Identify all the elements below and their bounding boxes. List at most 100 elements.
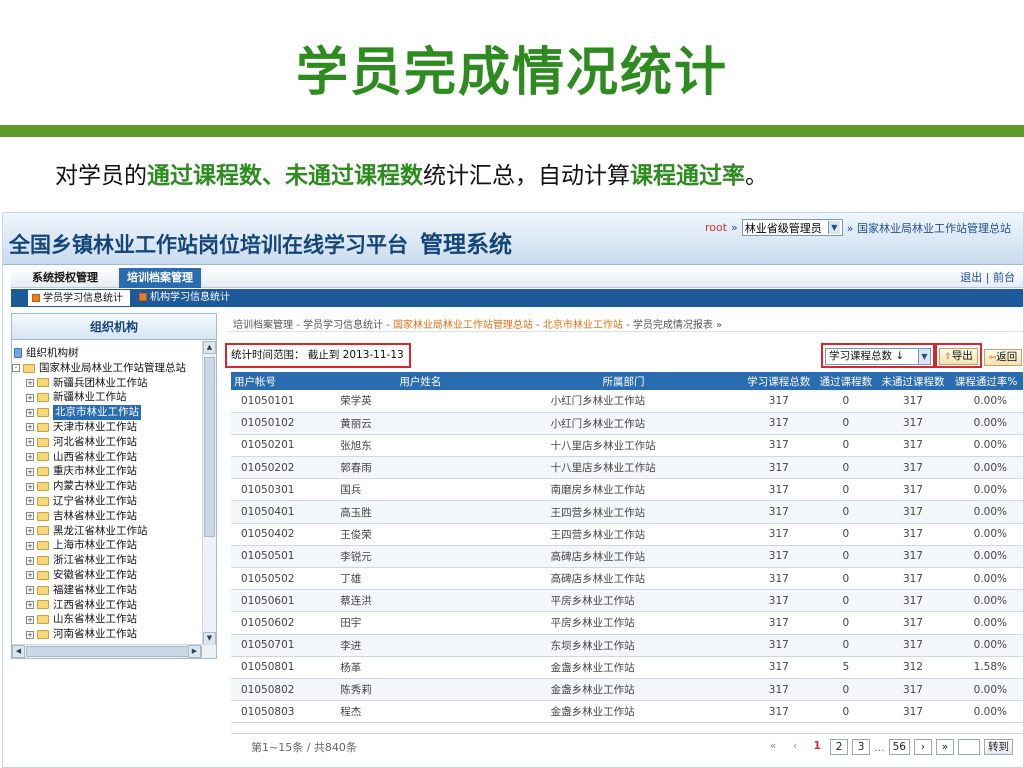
column-header[interactable]: 学习课程总数 — [742, 372, 816, 390]
expand-icon[interactable]: + — [26, 438, 34, 447]
subtab-org-stats[interactable]: 机构学习信息统计 — [135, 289, 255, 307]
expand-icon[interactable]: + — [26, 541, 34, 550]
expand-icon[interactable]: + — [26, 630, 34, 639]
table-row[interactable]: 01050402 王俊荣 王四营乡林业工作站 317 0 317 0.00% — [231, 523, 1023, 546]
expand-icon[interactable]: + — [26, 600, 34, 609]
horizontal-scrollbar[interactable]: ◀ ▶ — [12, 644, 216, 658]
tree-node[interactable]: + 吉林省林业工作站 — [12, 509, 202, 524]
tree-node-hq[interactable]: - 国家林业局林业工作站管理总站 — [12, 361, 202, 376]
back-button[interactable]: ⇦返回 — [984, 349, 1022, 366]
tree-node[interactable]: + 山东省林业工作站 — [12, 612, 202, 627]
go-button[interactable]: 转到 — [984, 739, 1013, 755]
expand-icon[interactable]: + — [26, 615, 34, 624]
sort-select[interactable]: 学习课程总数 ↓ ▼ — [825, 348, 931, 365]
front-link[interactable]: 前台 — [993, 271, 1015, 284]
tree-node[interactable]: + 浙江省林业工作站 — [12, 553, 202, 568]
role-select[interactable]: 林业省级管理员 ▼ — [741, 219, 843, 236]
prev-page-button[interactable]: ‹ — [786, 739, 804, 755]
tree-root[interactable]: 组织机构树 — [12, 346, 202, 361]
column-header[interactable]: 用户姓名 — [336, 372, 505, 390]
tree-node[interactable]: + 江西省林业工作站 — [12, 598, 202, 613]
table-row[interactable]: 01050601 蔡连洪 平房乡林业工作站 317 0 317 0.00% — [231, 589, 1023, 613]
page-button[interactable]: 3 — [852, 739, 871, 755]
folder-icon — [37, 378, 49, 388]
last-page-button[interactable]: » — [936, 739, 954, 755]
next-page-button[interactable]: › — [914, 739, 932, 755]
table-row[interactable]: 01050701 李进 东坝乡林业工作站 317 0 317 0.00% — [231, 634, 1023, 657]
export-button[interactable]: ⇪导出 — [939, 348, 978, 365]
tree-node[interactable]: + 北京市林业工作站 — [12, 405, 202, 420]
export-label: 导出 — [951, 350, 973, 362]
table-row[interactable]: 01050501 李锐元 高碑店乡林业工作站 317 0 317 0.00% — [231, 545, 1023, 569]
table-row[interactable]: 01050803 程杰 金盏乡林业工作站 317 0 317 0.00% — [231, 700, 1023, 724]
tree-node[interactable]: + 重庆市林业工作站 — [12, 464, 202, 479]
tree-node[interactable]: + 黑龙江省林业工作站 — [12, 524, 202, 539]
table-row[interactable]: 01050301 国兵 南磨房乡林业工作站 317 0 317 0.00% — [231, 478, 1023, 502]
table-cell: 01050102 — [231, 412, 337, 435]
tree-node[interactable]: + 河北省林业工作站 — [12, 435, 202, 450]
table-row[interactable]: 01050801 杨革 金盏乡林业工作站 317 5 312 1.58% — [231, 656, 1023, 679]
collapse-icon[interactable]: - — [12, 364, 20, 373]
table-row[interactable]: 01050602 田宇 平房乡林业工作站 317 0 317 0.00% — [231, 611, 1023, 635]
tree-node[interactable]: + 上海市林业工作站 — [12, 538, 202, 553]
table-row[interactable]: 01050802 陈秀莉 金盏乡林业工作站 317 0 317 0.00% — [231, 678, 1023, 702]
tree-node[interactable]: + 内蒙古林业工作站 — [12, 479, 202, 494]
page-input[interactable] — [958, 739, 980, 755]
first-page-button[interactable]: « — [764, 739, 782, 755]
expand-icon[interactable]: + — [26, 556, 34, 565]
tree-node[interactable]: + 辽宁省林业工作站 — [12, 494, 202, 509]
column-header[interactable]: 未通过课程数 — [876, 372, 950, 390]
folder-icon — [37, 422, 49, 432]
column-header[interactable]: 通过课程数 — [815, 372, 877, 390]
tree-node[interactable]: + 新疆兵团林业工作站 — [12, 376, 202, 391]
breadcrumb-link[interactable]: 北京市林业工作站 — [543, 320, 623, 331]
table-row[interactable]: 01050202 郭春雨 十八里店乡林业工作站 317 0 317 0.00% — [231, 456, 1023, 480]
tree-node[interactable]: + 河南省林业工作站 — [12, 627, 202, 642]
table-row[interactable]: 01050401 高玉胜 王四营乡林业工作站 317 0 317 0.00% — [231, 500, 1023, 524]
column-header[interactable]: 用户帐号 — [231, 372, 337, 390]
column-header[interactable]: 所属部门 — [504, 372, 743, 390]
page-button[interactable]: 2 — [830, 739, 849, 755]
table-cell: 0.00% — [949, 478, 1023, 502]
expand-icon[interactable]: + — [26, 467, 34, 476]
table-row[interactable]: 01050201 张旭东 十八里店乡林业工作站 317 0 317 0.00% — [231, 434, 1023, 458]
org-link[interactable]: » 国家林业局林业工作站管理总站 — [847, 220, 1011, 236]
expand-icon[interactable]: + — [26, 393, 34, 402]
expand-icon[interactable]: + — [26, 571, 34, 580]
expand-icon[interactable]: + — [26, 497, 34, 506]
tree-node[interactable]: + 山西省林业工作站 — [12, 450, 202, 465]
table-row[interactable]: 01050102 黄丽云 小红门乡林业工作站 317 0 317 0.00% — [231, 412, 1023, 435]
tree-node[interactable]: + 天津市林业工作站 — [12, 420, 202, 435]
scroll-left-icon[interactable]: ◀ — [12, 645, 25, 658]
expand-icon[interactable]: + — [26, 423, 34, 432]
scroll-right-icon[interactable]: ▶ — [188, 645, 201, 658]
tab-system-auth[interactable]: 系统授权管理 — [11, 268, 119, 288]
expand-icon[interactable]: + — [26, 482, 34, 491]
page-button[interactable]: 56 — [888, 739, 910, 755]
expand-icon[interactable]: + — [26, 586, 34, 595]
tree-node[interactable]: + 福建省林业工作站 — [12, 583, 202, 598]
expand-icon[interactable]: + — [26, 512, 34, 521]
table-cell: 317 — [742, 456, 816, 480]
subtitle-highlight: 课程通过率 — [630, 163, 745, 189]
tree-node[interactable]: + 新疆林业工作站 — [12, 390, 202, 405]
vertical-scrollbar[interactable]: ▲ ▼ — [202, 341, 216, 645]
breadcrumb-link[interactable]: 国家林业局林业工作站管理总站 — [393, 320, 533, 331]
tree-node[interactable]: + 安徽省林业工作站 — [12, 568, 202, 583]
expand-icon[interactable]: + — [26, 526, 34, 535]
column-header[interactable]: 课程通过率% — [949, 372, 1023, 390]
scroll-thumb[interactable] — [26, 646, 202, 657]
scroll-thumb[interactable] — [204, 357, 215, 537]
table-row[interactable]: 01050101 荣学英 小红门乡林业工作站 317 0 317 0.00% — [231, 390, 1023, 413]
org-panel: 组织机构 组织机构树 - 国家林业局林业工作站管理总站 + 新疆兵团林业工作站 + 新疆… — [11, 313, 217, 659]
subtab-student-stats[interactable]: 学员学习信息统计 — [27, 289, 131, 307]
tab-training-archive[interactable]: 培训档案管理 — [119, 268, 201, 288]
table-cell: 01050201 — [231, 434, 337, 458]
expand-icon[interactable]: + — [26, 378, 34, 387]
page-button[interactable]: 1 — [808, 739, 827, 755]
logout-link[interactable]: 退出 — [960, 271, 982, 284]
expand-icon[interactable]: + — [26, 408, 34, 417]
expand-icon[interactable]: + — [26, 452, 34, 461]
scroll-up-icon[interactable]: ▲ — [203, 341, 216, 354]
table-row[interactable]: 01050502 丁雄 高碑店乡林业工作站 317 0 317 0.00% — [231, 567, 1023, 591]
